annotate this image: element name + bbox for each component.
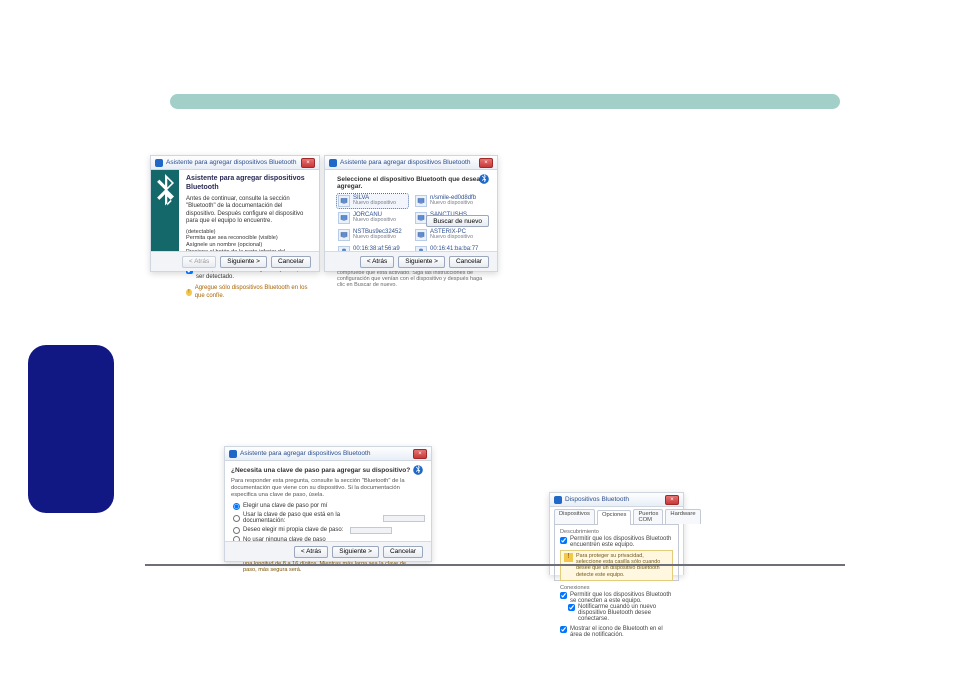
titlebar[interactable]: Asistente para agregar dispositivos Blue… <box>325 156 497 170</box>
radio-label: Usar la clave de paso que está en la doc… <box>243 512 376 524</box>
tab-strip: DispositivosOpcionesPuertos COMHardware <box>554 509 679 524</box>
allow-connection-checkbox[interactable]: Permitir que los dispositivos Bluetooth … <box>560 592 673 604</box>
group-discovery-label: Descubrimiento <box>560 529 673 535</box>
device-item[interactable]: NSTBus9ec32452Nuevo dispositivo <box>337 228 408 242</box>
device-item[interactable]: JORCANUNuevo dispositivo <box>337 211 408 225</box>
back-button[interactable]: < Atrás <box>360 256 394 268</box>
radio-input[interactable] <box>233 503 240 510</box>
bluetooth-corner-icon <box>411 463 425 477</box>
bluetooth-banner-icon <box>151 170 179 251</box>
search-again-button[interactable]: Buscar de nuevo <box>426 215 489 227</box>
close-icon[interactable]: × <box>665 495 679 505</box>
back-button[interactable]: < Atrás <box>294 546 328 558</box>
checkbox-input[interactable] <box>560 592 567 599</box>
next-button[interactable]: Siguiente > <box>332 546 379 558</box>
radio-label: Elegir una clave de paso por mí <box>243 503 327 509</box>
app-icon <box>229 450 237 458</box>
passkey-option-doc[interactable]: Usar la clave de paso que está en la doc… <box>233 512 425 524</box>
wizard-heading: Asistente para agregar dispositivos Blue… <box>186 175 312 193</box>
bluetooth-devices-settings: Dispositivos Bluetooth × DispositivosOpc… <box>549 492 684 575</box>
device-type: Nuevo dispositivo <box>353 218 396 224</box>
notify-new-device-checkbox[interactable]: Notificarme cuando un nuevo dispositivo … <box>568 604 673 622</box>
intro-text: Antes de continuar, consulte la sección … <box>186 196 312 226</box>
group-connections-label: Conexiones <box>560 585 673 591</box>
step-heading: ¿Necesita una clave de paso para agregar… <box>231 467 425 474</box>
checkbox-label: Notificarme cuando un nuevo dispositivo … <box>578 604 673 622</box>
computer-icon <box>338 212 350 224</box>
titlebar[interactable]: Dispositivos Bluetooth × <box>550 493 683 507</box>
computer-icon <box>338 229 350 241</box>
bullet-item: Permita que sea reconocible (visible) <box>186 235 312 242</box>
close-icon[interactable]: × <box>301 158 315 168</box>
checkbox-label: Permitir que los dispositivos Bluetooth … <box>570 536 673 548</box>
add-bluetooth-wizard-passkey: Asistente para agregar dispositivos Blue… <box>224 446 432 562</box>
bullet-item: Asígnele un nombre (opcional) <box>186 242 312 249</box>
trust-warning-link[interactable]: Agregue sólo dispositivos Bluetooth en l… <box>186 285 312 300</box>
next-button[interactable]: Siguiente > <box>398 256 445 268</box>
window-title: Asistente para agregar dispositivos Blue… <box>340 159 479 166</box>
options-panel: Descubrimiento Permitir que los disposit… <box>554 524 679 581</box>
list-subtitle: (detectable) <box>186 229 312 236</box>
passkey-doc-input[interactable] <box>383 515 425 522</box>
window-title: Asistente para agregar dispositivos Blue… <box>240 450 413 457</box>
add-bluetooth-wizard-step2: Asistente para agregar dispositivos Blue… <box>324 155 498 272</box>
cancel-button[interactable]: Cancelar <box>383 546 423 558</box>
window-title: Dispositivos Bluetooth <box>565 496 665 503</box>
back-button[interactable]: < Atrás <box>182 256 216 268</box>
titlebar[interactable]: Asistente para agregar dispositivos Blue… <box>225 447 431 461</box>
bluetooth-corner-icon <box>477 172 491 186</box>
device-type: Nuevo dispositivo <box>430 235 473 241</box>
device-type: Nuevo dispositivo <box>353 201 396 207</box>
close-icon[interactable]: × <box>479 158 493 168</box>
show-tray-icon-checkbox[interactable]: Mostrar el icono de Bluetooth en el área… <box>560 626 673 638</box>
close-icon[interactable]: × <box>413 449 427 459</box>
page-divider <box>145 564 845 566</box>
intro-text: Para responder esta pregunta, consulte l… <box>231 478 425 499</box>
app-icon <box>329 159 337 167</box>
warning-icon: ! <box>564 553 573 562</box>
allow-discovery-checkbox[interactable]: Permitir que los dispositivos Bluetooth … <box>560 536 673 548</box>
radio-input[interactable] <box>233 527 240 534</box>
radio-input[interactable] <box>233 515 240 522</box>
computer-icon <box>415 195 427 207</box>
warning-text: Agregue sólo dispositivos Bluetooth en l… <box>195 285 312 300</box>
titlebar[interactable]: Asistente para agregar dispositivos Blue… <box>151 156 319 170</box>
add-bluetooth-wizard-step1: Asistente para agregar dispositivos Blue… <box>150 155 320 272</box>
radio-label: Deseo elegir mi propia clave de paso: <box>243 527 343 533</box>
app-icon <box>554 496 562 504</box>
device-item[interactable]: SILVANuevo dispositivo <box>337 194 408 208</box>
app-icon <box>155 159 163 167</box>
device-item[interactable]: ASTERIX-PCNuevo dispositivo <box>414 228 485 242</box>
checkbox-label: Permitir que los dispositivos Bluetooth … <box>570 592 673 604</box>
checkbox-input[interactable] <box>560 537 567 544</box>
checkbox-label: Mostrar el icono de Bluetooth en el área… <box>570 626 673 638</box>
window-title: Asistente para agregar dispositivos Blue… <box>166 159 301 166</box>
tab-dispositivos[interactable]: Dispositivos <box>554 509 595 524</box>
next-button[interactable]: Siguiente > <box>220 256 267 268</box>
sidebar-accent-block <box>28 345 114 513</box>
step-heading: Seleccione el dispositivo Bluetooth que … <box>337 176 485 190</box>
computer-icon <box>415 212 427 224</box>
device-type: Nuevo dispositivo <box>353 235 402 241</box>
tab-opciones[interactable]: Opciones <box>597 510 632 525</box>
section-divider-pill <box>170 94 840 109</box>
cancel-button[interactable]: Cancelar <box>449 256 489 268</box>
computer-icon <box>415 229 427 241</box>
computer-icon <box>338 195 350 207</box>
passkey-option-own[interactable]: Deseo elegir mi propia clave de paso: <box>233 527 425 534</box>
device-type: Nuevo dispositivo <box>430 201 476 207</box>
checkbox-input[interactable] <box>568 604 575 611</box>
cancel-button[interactable]: Cancelar <box>271 256 311 268</box>
tab-puertos-com[interactable]: Puertos COM <box>633 509 663 524</box>
tab-hardware[interactable]: Hardware <box>665 509 700 524</box>
passkey-option-auto[interactable]: Elegir una clave de paso por mí <box>233 503 425 510</box>
passkey-own-input[interactable] <box>350 527 392 534</box>
checkbox-input[interactable] <box>560 626 567 633</box>
device-item[interactable]: n/smile-ed0d8dfbNuevo dispositivo <box>414 194 485 208</box>
